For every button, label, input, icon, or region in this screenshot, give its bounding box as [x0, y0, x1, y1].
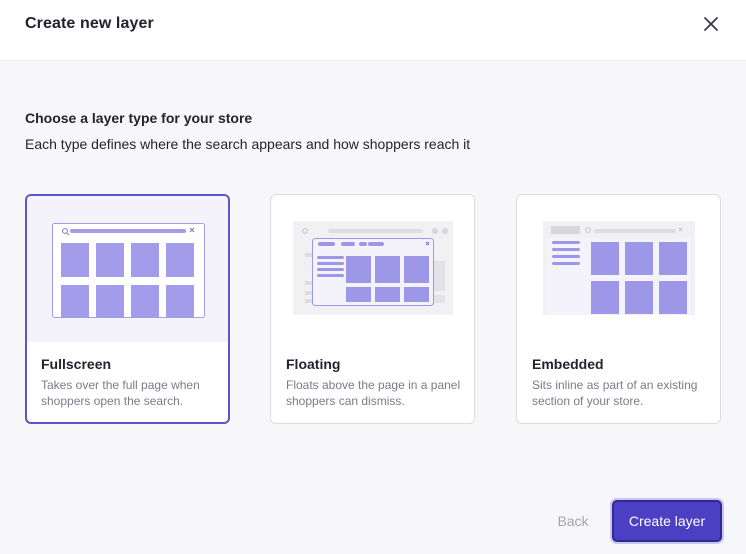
layer-type-subheading: Each type defines where the search appea…: [25, 136, 471, 152]
floating-preview: [271, 195, 474, 341]
layer-type-description: Takes over the full page when shoppers o…: [41, 378, 200, 408]
layer-type-heading: Choose a layer type for your store: [25, 110, 253, 126]
close-icon[interactable]: [699, 12, 723, 36]
embedded-illustration-icon: [543, 221, 695, 315]
fullscreen-illustration-icon: [52, 223, 205, 318]
dialog-header: Create new layer: [0, 0, 746, 61]
layer-type-card-fullscreen[interactable]: Fullscreen Takes over the full page when…: [25, 194, 230, 424]
dialog-title: Create new layer: [25, 15, 154, 32]
layer-type-description: Floats above the page in a panel shopper…: [286, 378, 461, 408]
floating-illustration-icon: [293, 221, 453, 315]
layer-type-name: Floating: [286, 356, 341, 372]
layer-type-description: Sits inline as part of an existing secti…: [532, 378, 698, 408]
layer-type-card-embedded[interactable]: Embedded Sits inline as part of an exist…: [516, 194, 721, 424]
back-button[interactable]: Back: [546, 508, 600, 534]
create-layer-button[interactable]: Create layer: [612, 500, 722, 542]
fullscreen-preview: [27, 196, 228, 342]
create-layer-dialog: Create new layer Choose a layer type for…: [0, 0, 746, 554]
layer-type-name: Embedded: [532, 356, 604, 372]
layer-type-card-floating[interactable]: Floating Floats above the page in a pane…: [270, 194, 475, 424]
embedded-preview: [517, 195, 720, 341]
layer-type-name: Fullscreen: [41, 356, 112, 372]
